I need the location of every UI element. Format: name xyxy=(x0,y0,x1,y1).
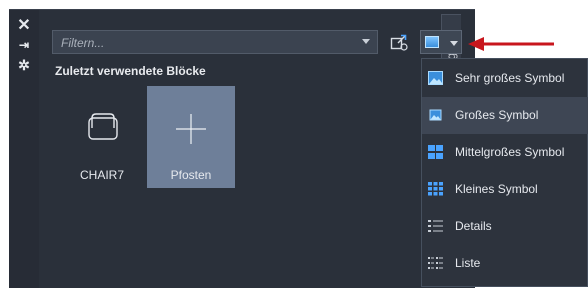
pin-icon[interactable]: ⇥ xyxy=(9,38,39,52)
menu-item-details[interactable]: Details xyxy=(422,208,588,245)
settings-icon[interactable]: ✲ xyxy=(9,57,39,74)
plus-block-icon xyxy=(176,114,206,144)
menu-item-medium-icons[interactable]: Mittelgroßes Symbol xyxy=(422,134,588,171)
section-title: Zuletzt verwendete Blöcke xyxy=(55,64,206,78)
filter-combobox[interactable] xyxy=(52,30,378,54)
close-icon[interactable]: ✕ xyxy=(9,15,39,35)
view-options-button[interactable] xyxy=(420,30,462,54)
menu-item-label: Sehr großes Symbol xyxy=(455,71,565,85)
menu-item-label: Großes Symbol xyxy=(455,108,539,122)
chair-block-icon xyxy=(88,113,118,140)
menu-item-label: Details xyxy=(455,219,492,233)
menu-item-label: Mittelgroßes Symbol xyxy=(455,145,565,159)
palette-side-strip: ✕ ⇥ ✲ xyxy=(9,9,39,288)
view-options-menu: Sehr großes Symbol Großes Symbol Mittelg… xyxy=(421,58,588,287)
chevron-down-icon xyxy=(450,41,458,46)
block-tile-pfosten[interactable]: Pfosten xyxy=(147,86,235,188)
menu-item-list[interactable]: Liste xyxy=(422,245,588,282)
menu-item-small-icons[interactable]: Kleines Symbol xyxy=(422,171,588,208)
block-label: CHAIR7 xyxy=(79,168,124,182)
menu-item-large-icons[interactable]: Großes Symbol xyxy=(422,97,588,134)
menu-item-extra-large-icons[interactable]: Sehr großes Symbol xyxy=(422,60,588,97)
extra-large-icons-icon xyxy=(428,71,443,85)
chevron-down-icon[interactable] xyxy=(362,39,370,44)
block-label: Pfosten xyxy=(170,168,212,182)
large-icons-icon xyxy=(425,36,439,48)
block-tile-chair7[interactable]: CHAIR7 xyxy=(58,86,146,188)
filter-input[interactable] xyxy=(59,34,353,52)
import-block-icon[interactable] xyxy=(389,32,409,52)
medium-icons-icon xyxy=(428,145,443,159)
large-icons-icon xyxy=(429,109,442,121)
menu-item-label: Kleines Symbol xyxy=(455,182,538,196)
small-icons-icon xyxy=(428,182,443,196)
details-icon xyxy=(428,220,443,232)
menu-item-label: Liste xyxy=(455,256,481,270)
list-icon xyxy=(428,257,443,269)
annotation-arrow-icon xyxy=(468,37,554,51)
